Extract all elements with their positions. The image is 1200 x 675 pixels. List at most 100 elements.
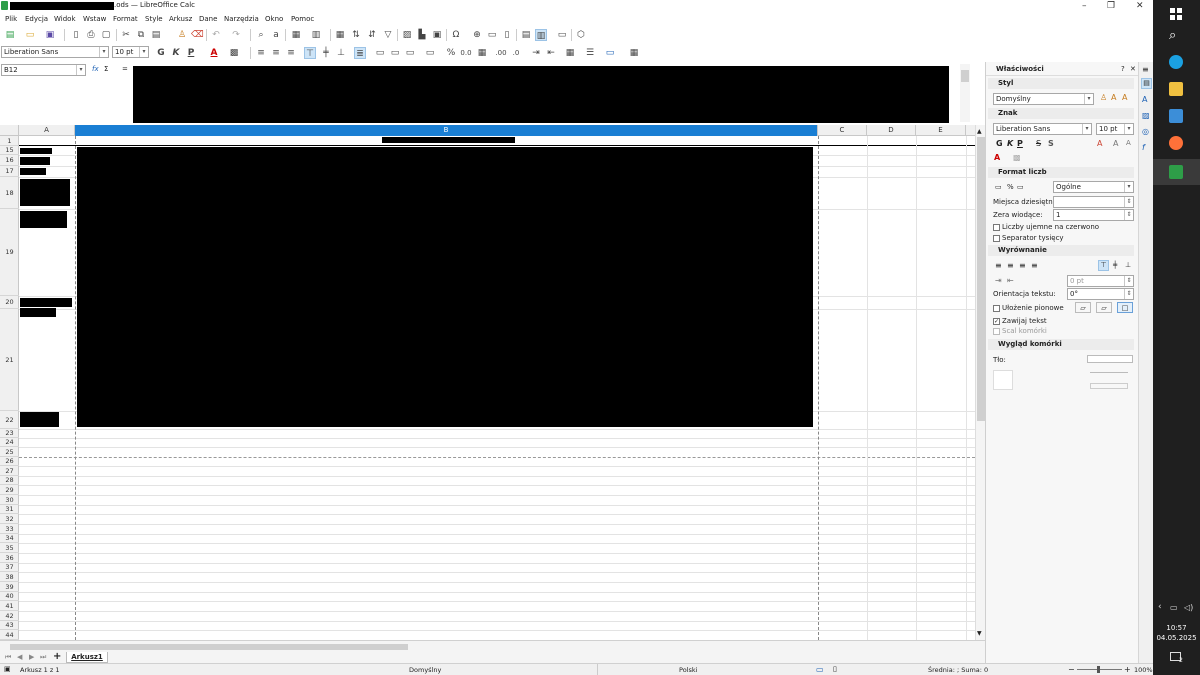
open-icon[interactable]: ▭ xyxy=(24,29,36,41)
row-header[interactable]: 30 xyxy=(0,495,19,505)
column-header-e[interactable]: E xyxy=(916,125,966,136)
spellcheck-icon[interactable]: a xyxy=(270,29,282,41)
menu-narzedzia[interactable]: Narzędzia xyxy=(224,15,259,23)
border-style-icon[interactable]: ☰ xyxy=(584,47,596,59)
align-top-icon[interactable]: ⊤ xyxy=(304,47,316,59)
orientation-input[interactable]: 0° ⇕ xyxy=(1067,288,1134,300)
row-header[interactable]: 22 xyxy=(0,411,19,429)
sidebar-font-color-icon[interactable]: A xyxy=(994,153,1000,162)
clock-time[interactable]: 10:57 xyxy=(1153,624,1200,632)
cell-borders-preview[interactable] xyxy=(993,370,1013,390)
sidebar-help-button[interactable]: ? xyxy=(1121,65,1125,73)
row-header[interactable]: 32 xyxy=(0,514,19,524)
select-all-corner[interactable] xyxy=(0,125,19,136)
align-right-icon[interactable]: ≡ xyxy=(285,47,297,59)
merge-center-icon[interactable]: ▭ xyxy=(389,47,401,59)
row-header[interactable]: 23 xyxy=(0,429,19,438)
row-header[interactable]: 16 xyxy=(0,155,19,166)
print-icon[interactable]: ⎙ xyxy=(85,29,97,41)
split-window-icon[interactable]: ▭ xyxy=(556,29,568,41)
row-header[interactable]: 39 xyxy=(0,582,19,592)
decrease-indent-icon[interactable]: ⇤ xyxy=(545,47,557,59)
sidebar-align-left-icon[interactable]: ≡ xyxy=(995,261,1002,270)
wrap-text-icon[interactable]: ≣ xyxy=(354,47,366,59)
zoom-level[interactable]: 100% xyxy=(1134,666,1153,674)
formula-equals-icon[interactable]: = xyxy=(122,65,128,73)
number-format-combo[interactable]: Ogólne ▾ xyxy=(1053,181,1134,193)
neg-red-checkbox[interactable] xyxy=(993,224,1000,231)
menu-edycja[interactable]: Edycja xyxy=(25,15,48,23)
header-footer-icon[interactable]: ▯ xyxy=(501,29,513,41)
sidebar-number-icon[interactable]: ▭ xyxy=(1017,183,1024,191)
vertical-stack-checkbox[interactable] xyxy=(993,305,1000,312)
rotate-standard-icon[interactable]: □ xyxy=(1117,302,1133,313)
sidebar-size-combo[interactable]: 10 pt ▾ xyxy=(1096,123,1134,135)
language[interactable]: Polski xyxy=(679,666,697,674)
sidebar-bold-button[interactable]: G xyxy=(996,139,1003,148)
libreoffice-calc-icon[interactable] xyxy=(1169,165,1183,179)
percent-format-button[interactable]: % xyxy=(445,47,457,59)
sidebar-align-center-icon[interactable]: ≡ xyxy=(1007,261,1014,270)
rotate-top-icon[interactable]: ▱ xyxy=(1096,302,1112,313)
selection-mode-icon[interactable]: ▭ xyxy=(816,665,824,674)
column-header-b[interactable]: B xyxy=(75,125,818,136)
sort-ascending-icon[interactable]: ⇅ xyxy=(350,29,362,41)
clear-format-icon[interactable]: ⌫ xyxy=(191,29,204,41)
spin-icon[interactable]: ⇕ xyxy=(1124,289,1133,299)
sidebar-italic-button[interactable]: K xyxy=(1007,139,1013,148)
sidebar-indent-increase-icon[interactable]: ⇥ xyxy=(995,276,1002,285)
first-sheet-icon[interactable]: ⏮ xyxy=(5,653,11,662)
currency-icon[interactable]: ▭ xyxy=(995,183,1002,191)
sidebar-align-top-icon[interactable]: ⊤ xyxy=(1098,260,1109,271)
firefox-icon[interactable] xyxy=(1169,136,1183,150)
close-button[interactable]: ✕ xyxy=(1136,1,1144,11)
highlight-color-icon[interactable]: ▩ xyxy=(228,47,240,59)
thousands-checkbox[interactable] xyxy=(993,235,1000,242)
menu-wstaw[interactable]: Wstaw xyxy=(83,15,106,23)
align-middle-icon[interactable]: ╪ xyxy=(320,47,332,59)
sidebar-shadow-button[interactable]: S xyxy=(1048,139,1054,148)
define-print-area-icon[interactable]: ▤ xyxy=(520,29,532,41)
clear-formatting-icon[interactable]: A xyxy=(1097,139,1102,148)
minimize-button[interactable]: – xyxy=(1082,1,1087,11)
increase-indent-icon[interactable]: ⇥ xyxy=(530,47,542,59)
show-draw-functions-icon[interactable]: ⬡ xyxy=(575,29,587,41)
add-decimal-button[interactable]: .00 xyxy=(495,47,507,59)
font-name-combo[interactable]: Liberation Sans ▾ xyxy=(1,46,109,58)
section-styl[interactable]: Styl xyxy=(988,78,1134,89)
formula-scrollbar[interactable] xyxy=(960,64,970,122)
sheet-tab-arkusz1[interactable]: Arkusz1 xyxy=(66,652,108,663)
sum-icon[interactable]: Σ xyxy=(104,65,108,73)
copy-icon[interactable]: ⧉ xyxy=(135,29,147,41)
align-left-icon[interactable]: ≡ xyxy=(255,47,267,59)
font-size-combo[interactable]: 10 pt ▾ xyxy=(112,46,149,58)
row-header[interactable]: 26 xyxy=(0,457,19,466)
search-icon[interactable]: ⌕ xyxy=(1169,28,1176,43)
menu-plik[interactable]: Plik xyxy=(5,15,17,23)
column-icon[interactable]: ▥ xyxy=(310,29,322,41)
sidebar-justify-icon[interactable]: ≡ xyxy=(1031,261,1038,270)
column-header-a[interactable]: A xyxy=(19,125,75,136)
paste-icon[interactable]: ▤ xyxy=(150,29,162,41)
style-combo[interactable]: Domyślny ▾ xyxy=(993,93,1094,105)
last-sheet-icon[interactable]: ⏭ xyxy=(40,653,46,662)
show-hidden-icons[interactable]: ‹ xyxy=(1158,602,1162,612)
hyperlink-icon[interactable]: ⊕ xyxy=(471,29,483,41)
comment-icon[interactable]: ▭ xyxy=(486,29,498,41)
redo-icon[interactable]: ↷ xyxy=(230,29,242,41)
sidebar-align-bottom-icon[interactable]: ⊥ xyxy=(1125,261,1131,269)
row-header[interactable]: 17 xyxy=(0,166,19,177)
new-style-icon[interactable]: A xyxy=(1111,93,1116,102)
horizontal-scrollbar[interactable] xyxy=(2,643,972,651)
wrap-text-checkbox[interactable]: ✓ xyxy=(993,318,1000,325)
cut-icon[interactable]: ✂ xyxy=(120,29,132,41)
menu-format[interactable]: Format xyxy=(113,15,138,23)
row-header[interactable]: 21 xyxy=(0,309,19,411)
column-header-d[interactable]: D xyxy=(867,125,916,136)
network-icon[interactable]: ▭ xyxy=(1170,603,1178,612)
row-header[interactable]: 41 xyxy=(0,601,19,611)
find-replace-icon[interactable]: ⌕ xyxy=(255,29,267,41)
navigator-deck-icon[interactable]: ◎ xyxy=(1142,127,1149,136)
borders-icon[interactable]: ▦ xyxy=(564,47,576,59)
menu-dane[interactable]: Dane xyxy=(199,15,217,23)
